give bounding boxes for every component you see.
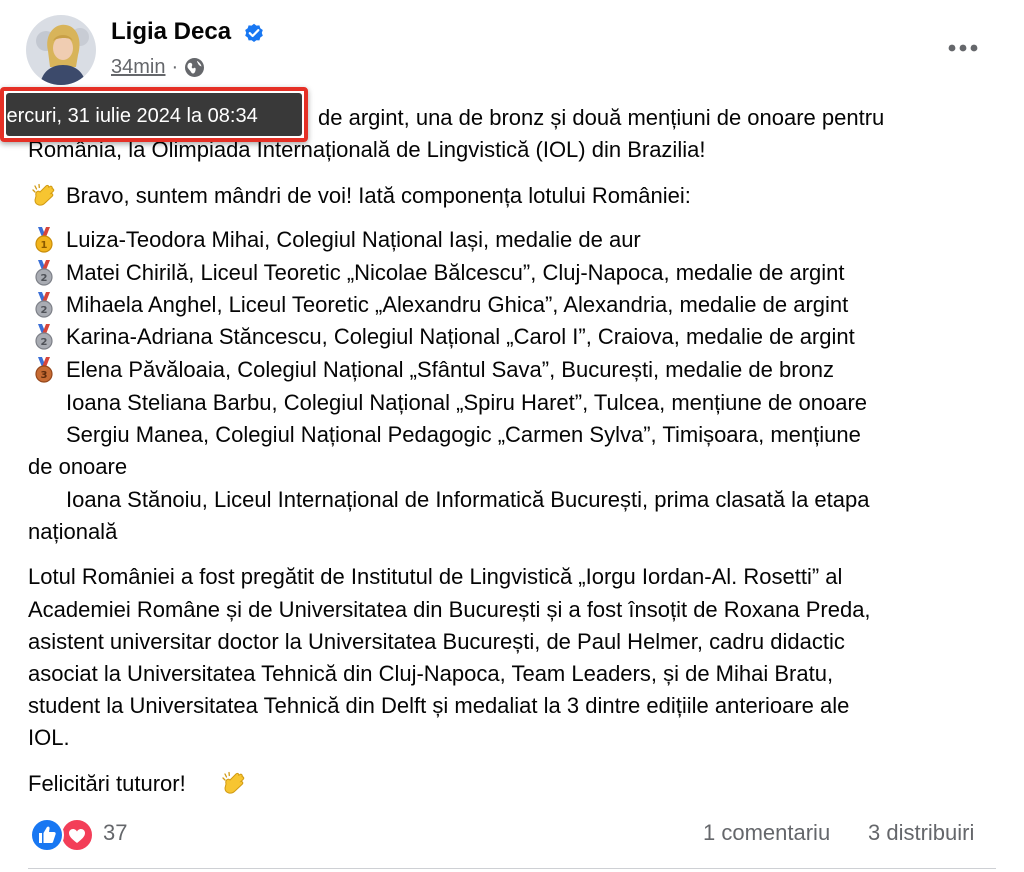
post-line: Ioana Stănoiu, Liceul Internațional de I… bbox=[66, 487, 870, 512]
silver-medal-icon: 2 bbox=[35, 324, 53, 350]
post-line: Felicitări tuturor! bbox=[28, 771, 186, 796]
svg-text:1: 1 bbox=[41, 240, 48, 251]
bronze-medal-icon: 3 bbox=[35, 357, 53, 383]
svg-text:3: 3 bbox=[41, 370, 48, 381]
clapping-hands-icon bbox=[222, 771, 245, 794]
post-line: asistent universitar doctor la Universit… bbox=[28, 629, 845, 654]
post-line: de onoare bbox=[28, 454, 128, 479]
gold-medal-icon: 1 bbox=[35, 227, 53, 253]
post-line: Academiei Române și de Universitatea din… bbox=[28, 597, 871, 622]
post-line: de argint, una de bronz și două mențiuni… bbox=[318, 105, 885, 130]
verified-badge-icon bbox=[244, 23, 264, 43]
post-line: Lotul României a fost pregătit de Instit… bbox=[28, 564, 843, 589]
post-line: Bravo, suntem mândri de voi! Iată compon… bbox=[66, 183, 691, 208]
avatar[interactable] bbox=[26, 15, 96, 85]
timestamp-tooltip: iercuri, 31 iulie 2024 la 08:34 bbox=[0, 87, 308, 142]
divider bbox=[28, 868, 996, 869]
post-line: Matei Chirilă, Liceul Teoretic „Nicolae … bbox=[66, 260, 845, 285]
tooltip-text: iercuri, 31 iulie 2024 la 08:34 bbox=[2, 105, 258, 127]
post-line: Elena Păvăloaia, Colegiul Național „Sfân… bbox=[66, 357, 834, 382]
love-reaction-icon[interactable] bbox=[60, 818, 94, 852]
post-line: asociat la Universitatea Tehnică din Clu… bbox=[28, 661, 834, 686]
comments-link[interactable]: 1 comentariu bbox=[703, 820, 830, 846]
post-line: Mihaela Anghel, Liceul Teoretic „Alexand… bbox=[66, 292, 849, 317]
shares-link[interactable]: 3 distribuiri bbox=[868, 820, 974, 846]
clapping-hands-icon bbox=[32, 183, 55, 206]
more-options-icon bbox=[948, 44, 978, 52]
svg-text:2: 2 bbox=[41, 273, 48, 284]
post-line: Ioana Steliana Barbu, Colegiul Național … bbox=[66, 390, 868, 415]
reaction-count[interactable]: 37 bbox=[103, 820, 127, 846]
post-line: națională bbox=[28, 519, 118, 544]
svg-text:2: 2 bbox=[41, 305, 48, 316]
timestamp-link[interactable]: 34min bbox=[111, 56, 165, 79]
post-line: IOL. bbox=[28, 725, 70, 750]
globe-icon[interactable] bbox=[184, 57, 205, 78]
svg-text:2: 2 bbox=[41, 337, 48, 348]
author-name[interactable]: Ligia Deca bbox=[111, 18, 231, 46]
like-reaction-icon[interactable] bbox=[30, 818, 64, 852]
post-line: Karina-Adriana Stăncescu, Colegiul Națio… bbox=[66, 324, 855, 349]
post-line: Luiza-Teodora Mihai, Colegiul Național I… bbox=[66, 227, 641, 252]
post-meta: 34min · bbox=[111, 54, 205, 80]
silver-medal-icon: 2 bbox=[35, 292, 53, 318]
more-options-button[interactable] bbox=[938, 30, 988, 66]
silver-medal-icon: 2 bbox=[35, 260, 53, 286]
post-line: student la Universitatea Tehnică din Del… bbox=[28, 693, 850, 718]
meta-separator: · bbox=[171, 55, 179, 78]
post-line: Sergiu Manea, Colegiul Național Pedagogi… bbox=[66, 422, 861, 447]
